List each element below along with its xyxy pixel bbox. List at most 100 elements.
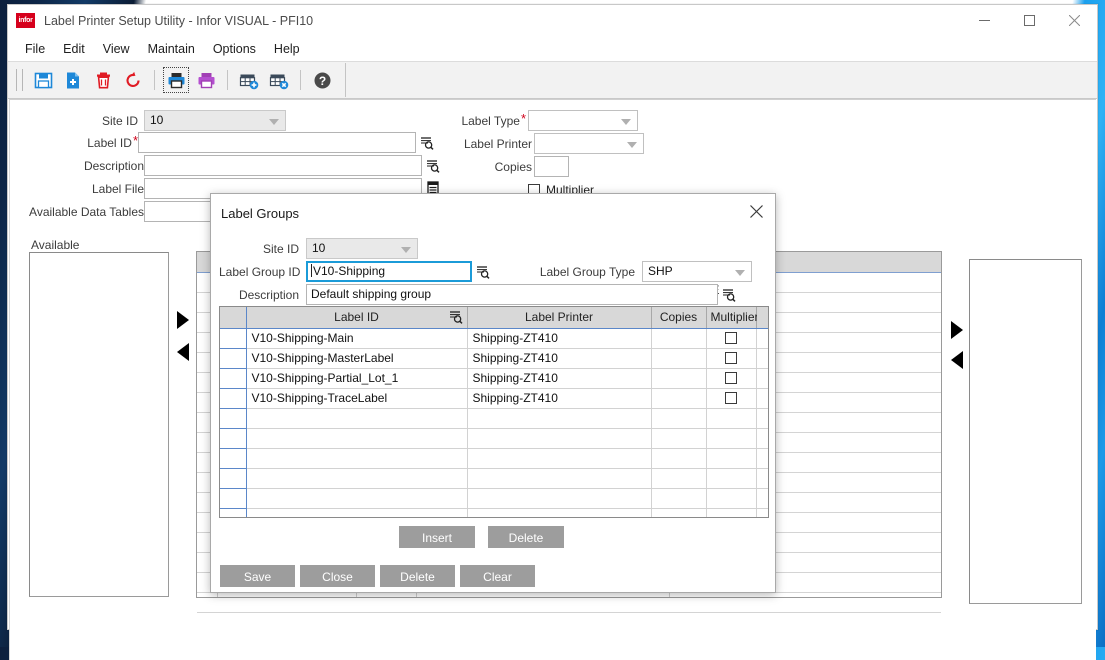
- maximize-button[interactable]: [1007, 5, 1052, 36]
- dialog-site-id-combo[interactable]: 10: [306, 238, 418, 259]
- menu-item-options[interactable]: Options: [204, 39, 265, 59]
- row-selector-cell[interactable]: [220, 488, 247, 509]
- site-id-combo[interactable]: 10: [144, 110, 286, 131]
- cell-multiplier[interactable]: [706, 388, 757, 409]
- row-selector-cell[interactable]: [220, 468, 247, 489]
- row-multiplier-checkbox[interactable]: [725, 352, 737, 364]
- cell-multiplier[interactable]: [706, 428, 757, 449]
- clear-button[interactable]: Clear: [460, 565, 535, 587]
- table-row[interactable]: [220, 468, 768, 489]
- delete-group-button[interactable]: Delete: [380, 565, 455, 587]
- row-selector-cell[interactable]: [220, 408, 247, 429]
- table-row[interactable]: V10-Shipping-Main Shipping-ZT410: [220, 328, 768, 349]
- cell-multiplier[interactable]: [706, 468, 757, 489]
- table-row[interactable]: [220, 488, 768, 509]
- column-header-label-printer[interactable]: Label Printer: [467, 307, 652, 329]
- close-button[interactable]: Close: [300, 565, 375, 587]
- cell-label-printer[interactable]: Shipping-ZT410: [467, 328, 652, 349]
- print-label-icon[interactable]: [162, 66, 190, 94]
- refresh-icon[interactable]: [119, 66, 147, 94]
- cell-label-printer[interactable]: [467, 428, 652, 449]
- row-selector-cell[interactable]: [220, 508, 247, 517]
- table-row[interactable]: [220, 448, 768, 469]
- table-row[interactable]: V10-Shipping-Partial_Lot_1 Shipping-ZT41…: [220, 368, 768, 389]
- row-multiplier-checkbox[interactable]: [725, 392, 737, 404]
- cell-label-printer[interactable]: [467, 468, 652, 489]
- remove-table-icon[interactable]: [265, 66, 293, 94]
- cell-label-id[interactable]: [246, 408, 468, 429]
- new-document-icon[interactable]: [59, 66, 87, 94]
- label-group-id-input[interactable]: V10-Shipping: [306, 261, 472, 282]
- cell-copies[interactable]: [651, 388, 707, 409]
- row-selector-cell[interactable]: [220, 368, 247, 389]
- table-row[interactable]: V10-Shipping-MasterLabel Shipping-ZT410: [220, 348, 768, 369]
- table-row[interactable]: [220, 508, 768, 517]
- label-id-lookup-icon[interactable]: [420, 136, 434, 150]
- minimize-button[interactable]: [962, 5, 1007, 36]
- cell-multiplier[interactable]: [706, 348, 757, 369]
- menu-item-edit[interactable]: Edit: [54, 39, 94, 59]
- cell-copies[interactable]: [651, 508, 707, 517]
- cell-label-id[interactable]: V10-Shipping-TraceLabel: [246, 388, 468, 409]
- menu-item-maintain[interactable]: Maintain: [139, 39, 204, 59]
- close-button[interactable]: [1052, 5, 1097, 36]
- cell-copies[interactable]: [651, 468, 707, 489]
- cell-label-id[interactable]: [246, 468, 468, 489]
- available-listbox[interactable]: [29, 252, 169, 597]
- column-header-copies[interactable]: Copies: [651, 307, 707, 329]
- insert-row-button[interactable]: Insert: [399, 526, 475, 548]
- label-printer-combo[interactable]: [534, 133, 644, 154]
- cell-multiplier[interactable]: [706, 448, 757, 469]
- cell-label-id[interactable]: [246, 448, 468, 469]
- cell-label-id[interactable]: [246, 508, 468, 517]
- label-group-type-combo[interactable]: SHP TRACEABLE: [642, 261, 752, 297]
- move-left-button-2[interactable]: [951, 351, 963, 369]
- column-header-multiplier[interactable]: Multiplier: [706, 307, 759, 329]
- move-right-button[interactable]: [177, 311, 189, 329]
- column-header-label-id[interactable]: Label ID: [246, 307, 468, 329]
- save-icon[interactable]: [29, 66, 57, 94]
- column-label-id-lookup-icon[interactable]: [449, 310, 463, 327]
- cell-multiplier[interactable]: [706, 408, 757, 429]
- dialog-description-input[interactable]: Default shipping group: [306, 284, 718, 305]
- move-right-button-2[interactable]: [951, 321, 963, 339]
- label-group-id-lookup-icon[interactable]: [476, 265, 490, 279]
- menu-item-help[interactable]: Help: [265, 39, 309, 59]
- cell-copies[interactable]: [651, 368, 707, 389]
- selected-listbox[interactable]: [969, 259, 1082, 604]
- cell-label-printer[interactable]: Shipping-ZT410: [467, 348, 652, 369]
- label-type-combo[interactable]: [528, 110, 638, 131]
- cell-multiplier[interactable]: [706, 328, 757, 349]
- row-selector-cell[interactable]: [220, 348, 247, 369]
- delete-row-button[interactable]: Delete: [488, 526, 564, 548]
- delete-trash-icon[interactable]: [89, 66, 117, 94]
- dialog-close-button[interactable]: [739, 196, 773, 226]
- cell-copies[interactable]: [651, 408, 707, 429]
- menu-item-file[interactable]: File: [16, 39, 54, 59]
- label-id-input[interactable]: [138, 132, 416, 153]
- add-table-icon[interactable]: [235, 66, 263, 94]
- cell-label-id[interactable]: V10-Shipping-Partial_Lot_1: [246, 368, 468, 389]
- cell-label-printer[interactable]: [467, 408, 652, 429]
- description-lookup-icon[interactable]: [426, 159, 440, 173]
- cell-label-printer[interactable]: Shipping-ZT410: [467, 388, 652, 409]
- cell-copies[interactable]: [651, 428, 707, 449]
- cell-copies[interactable]: [651, 448, 707, 469]
- move-left-button[interactable]: [177, 343, 189, 361]
- cell-label-id[interactable]: [246, 488, 468, 509]
- cell-copies[interactable]: [651, 348, 707, 369]
- label-group-detail-grid[interactable]: Label ID Label Printer Copies Multiplier…: [219, 306, 769, 518]
- cell-multiplier[interactable]: [706, 368, 757, 389]
- cell-multiplier[interactable]: [706, 488, 757, 509]
- cell-label-printer[interactable]: Shipping-ZT410: [467, 368, 652, 389]
- dialog-description-lookup-icon[interactable]: [722, 288, 736, 302]
- cell-copies[interactable]: [651, 328, 707, 349]
- cell-copies[interactable]: [651, 488, 707, 509]
- table-row[interactable]: [220, 408, 768, 429]
- save-button[interactable]: Save: [220, 565, 295, 587]
- cell-label-printer[interactable]: [467, 448, 652, 469]
- help-icon[interactable]: ?: [308, 66, 336, 94]
- cell-label-id[interactable]: V10-Shipping-Main: [246, 328, 468, 349]
- row-multiplier-checkbox[interactable]: [725, 332, 737, 344]
- print-group-icon[interactable]: [192, 66, 220, 94]
